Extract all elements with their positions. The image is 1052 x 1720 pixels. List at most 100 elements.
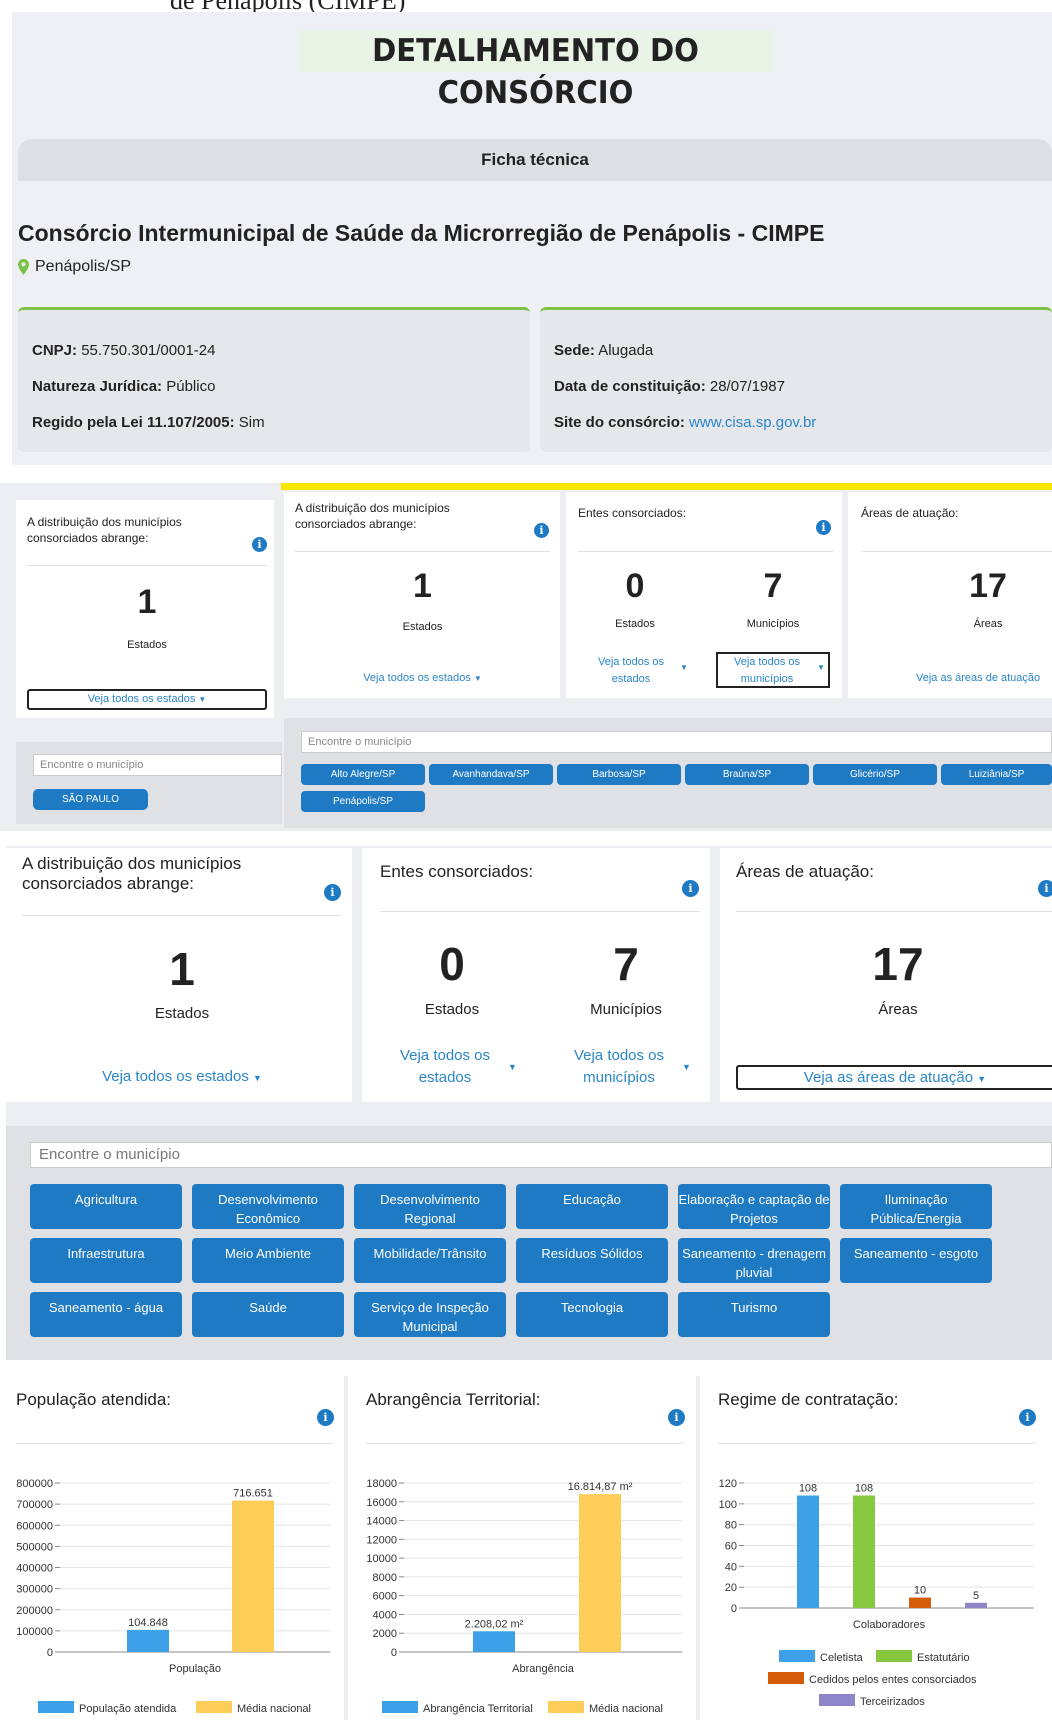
info-icon[interactable]: i bbox=[816, 520, 831, 535]
big-veja-areas-button[interactable]: Veja as áreas de atuação ▼ bbox=[736, 1065, 1052, 1090]
area-button[interactable]: Educação bbox=[516, 1184, 668, 1229]
info-icon[interactable]: i bbox=[668, 1409, 685, 1426]
big-entes-municipios-label: Municípios bbox=[590, 1001, 662, 1018]
area-button[interactable]: Mobilidade/Trânsito bbox=[354, 1238, 506, 1283]
big-areas-unit: Áreas bbox=[878, 1001, 918, 1018]
mid-areas-label: Áreas de atuação: bbox=[861, 506, 959, 520]
big-entes-estados-count: 0 bbox=[439, 938, 465, 990]
y-tick-label: 300000 bbox=[16, 1584, 53, 1596]
mid-veja-areas[interactable]: Veja as áreas de atuação bbox=[916, 672, 1052, 684]
legend-label: Abrangência Territorial bbox=[423, 1703, 533, 1715]
legend-label: População atendida bbox=[79, 1703, 177, 1715]
info-icon[interactable]: i bbox=[252, 537, 267, 552]
big-search-input[interactable]: Encontre o município bbox=[30, 1142, 1052, 1168]
data-label: 5 bbox=[973, 1590, 979, 1602]
info-icon[interactable]: i bbox=[1019, 1409, 1036, 1426]
lei-value: Sim bbox=[238, 414, 265, 431]
yellow-bar bbox=[281, 483, 1052, 490]
sede-value: Alugada bbox=[598, 342, 654, 359]
data-label: Data de constituição: bbox=[554, 378, 706, 395]
big-estados-label: Estados bbox=[154, 1005, 210, 1022]
bar bbox=[232, 1500, 274, 1652]
natureza-row: Natureza Jurídica: Público bbox=[32, 369, 265, 405]
data-label: 104.848 bbox=[128, 1617, 168, 1629]
legend-swatch bbox=[779, 1650, 815, 1662]
mid-left-estados-label: Estados bbox=[127, 639, 167, 651]
area-button[interactable]: Desenvolvimento Regional bbox=[354, 1184, 506, 1229]
state-button-sao-paulo[interactable]: SÃO PAULO bbox=[33, 789, 148, 810]
area-button[interactable]: Serviço de Inspeção Municipal bbox=[354, 1292, 506, 1337]
y-tick-label: 40 bbox=[725, 1561, 737, 1573]
area-button[interactable]: Saneamento - água bbox=[30, 1292, 182, 1337]
mid-left-veja-estados-button[interactable]: Veja todos os estados ▼ bbox=[27, 689, 267, 710]
y-tick-label: 8000 bbox=[373, 1572, 397, 1584]
area-button[interactable]: Saneamento - drenagem pluvial bbox=[678, 1238, 830, 1283]
municipio-button[interactable]: Penápolis/SP bbox=[301, 791, 425, 812]
y-tick-label: 14000 bbox=[366, 1516, 397, 1528]
y-tick-label: 200000 bbox=[16, 1605, 53, 1617]
big-veja-estados[interactable]: Veja todos os estados ▼ bbox=[22, 1068, 342, 1085]
data-label: 2.208,02 m² bbox=[465, 1618, 524, 1630]
area-button[interactable]: Infraestrutura bbox=[30, 1238, 182, 1283]
mid-muni-search-input[interactable]: Encontre o município bbox=[301, 731, 1052, 753]
info-icon[interactable]: i bbox=[317, 1409, 334, 1426]
info-icon[interactable]: i bbox=[324, 884, 341, 901]
big-veja-estados2[interactable]: Veja todos os estados bbox=[393, 1045, 497, 1089]
municipio-button[interactable]: Braúna/SP bbox=[685, 764, 809, 785]
mid-areas-count: 17 bbox=[969, 567, 1007, 605]
legend-swatch bbox=[768, 1672, 804, 1684]
info-icon[interactable]: i bbox=[534, 523, 549, 538]
legend-swatch bbox=[196, 1701, 232, 1713]
chart-title-populacao: População atendida: bbox=[16, 1390, 172, 1409]
info-icon[interactable]: i bbox=[682, 880, 699, 897]
data-row: Data de constituição: 28/07/1987 bbox=[554, 369, 816, 405]
municipio-button[interactable]: Alto Alegre/SP bbox=[301, 764, 425, 785]
municipio-button[interactable]: Luiziânia/SP bbox=[941, 764, 1052, 785]
area-button[interactable]: Elaboração e captação de Projetos bbox=[678, 1184, 830, 1229]
data-label: 108 bbox=[855, 1483, 873, 1495]
sede-row: Sede: Alugada bbox=[554, 333, 816, 369]
y-tick-label: 0 bbox=[391, 1647, 397, 1659]
location-text: Penápolis/SP bbox=[35, 258, 132, 275]
data-label: 716.651 bbox=[233, 1488, 273, 1500]
legend-swatch bbox=[548, 1701, 584, 1713]
bar bbox=[797, 1495, 819, 1608]
area-button[interactable]: Saneamento - esgoto bbox=[840, 1238, 992, 1283]
site-link[interactable]: www.cisa.sp.gov.br bbox=[689, 414, 816, 431]
area-button[interactable]: Resíduos Sólidos bbox=[516, 1238, 668, 1283]
mid-dist-veja-estados[interactable]: Veja todos os estados ▼ bbox=[295, 672, 550, 684]
area-button[interactable]: Desenvolvimento Econômico bbox=[192, 1184, 344, 1229]
area-button[interactable]: Turismo bbox=[678, 1292, 830, 1337]
municipio-button[interactable]: Avanhandava/SP bbox=[429, 764, 553, 785]
natureza-label: Natureza Jurídica: bbox=[32, 378, 163, 395]
y-tick-label: 60 bbox=[725, 1541, 737, 1553]
area-button[interactable]: Saúde bbox=[192, 1292, 344, 1337]
y-tick-label: 600000 bbox=[16, 1520, 53, 1532]
big-veja-municipios[interactable]: Veja todos os municípios bbox=[565, 1045, 673, 1089]
mid-veja-estados2[interactable]: Veja todos os estados bbox=[586, 654, 676, 688]
cnpj-label: CNPJ: bbox=[32, 342, 78, 359]
y-tick-label: 12000 bbox=[366, 1534, 397, 1546]
mid-left-estados-count: 1 bbox=[137, 583, 157, 621]
area-button[interactable]: Iluminação Pública/Energia bbox=[840, 1184, 992, 1229]
tab-ficha-tecnica[interactable]: Ficha técnica bbox=[18, 139, 1052, 181]
mid-areas-unit: Áreas bbox=[973, 618, 1003, 630]
municipio-button[interactable]: Glicério/SP bbox=[813, 764, 937, 785]
veja-estados-text: Veja todos os estados bbox=[87, 693, 196, 705]
y-tick-label: 120 bbox=[719, 1478, 737, 1490]
big-entes-label: Entes consorciados: bbox=[380, 862, 534, 881]
municipio-button[interactable]: Barbosa/SP bbox=[557, 764, 681, 785]
y-tick-label: 800000 bbox=[16, 1478, 53, 1490]
legend-swatch bbox=[382, 1701, 418, 1713]
area-button[interactable]: Agricultura bbox=[30, 1184, 182, 1229]
bar bbox=[909, 1597, 931, 1608]
mid-veja-municipios[interactable]: Veja todos os municípios bbox=[722, 654, 812, 688]
mid-dist-label: A distribuição dos municípios consorciad… bbox=[295, 501, 450, 531]
area-button[interactable]: Meio Ambiente bbox=[192, 1238, 344, 1283]
mid-left-search-input[interactable]: Encontre o município bbox=[33, 754, 282, 776]
area-button[interactable]: Tecnologia bbox=[516, 1292, 668, 1337]
veja-estados-text: Veja todos os estados bbox=[102, 1068, 249, 1085]
tab-label: Ficha técnica bbox=[481, 150, 589, 169]
info-icon[interactable]: i bbox=[1038, 880, 1052, 897]
legend-label: Média nacional bbox=[237, 1703, 311, 1715]
